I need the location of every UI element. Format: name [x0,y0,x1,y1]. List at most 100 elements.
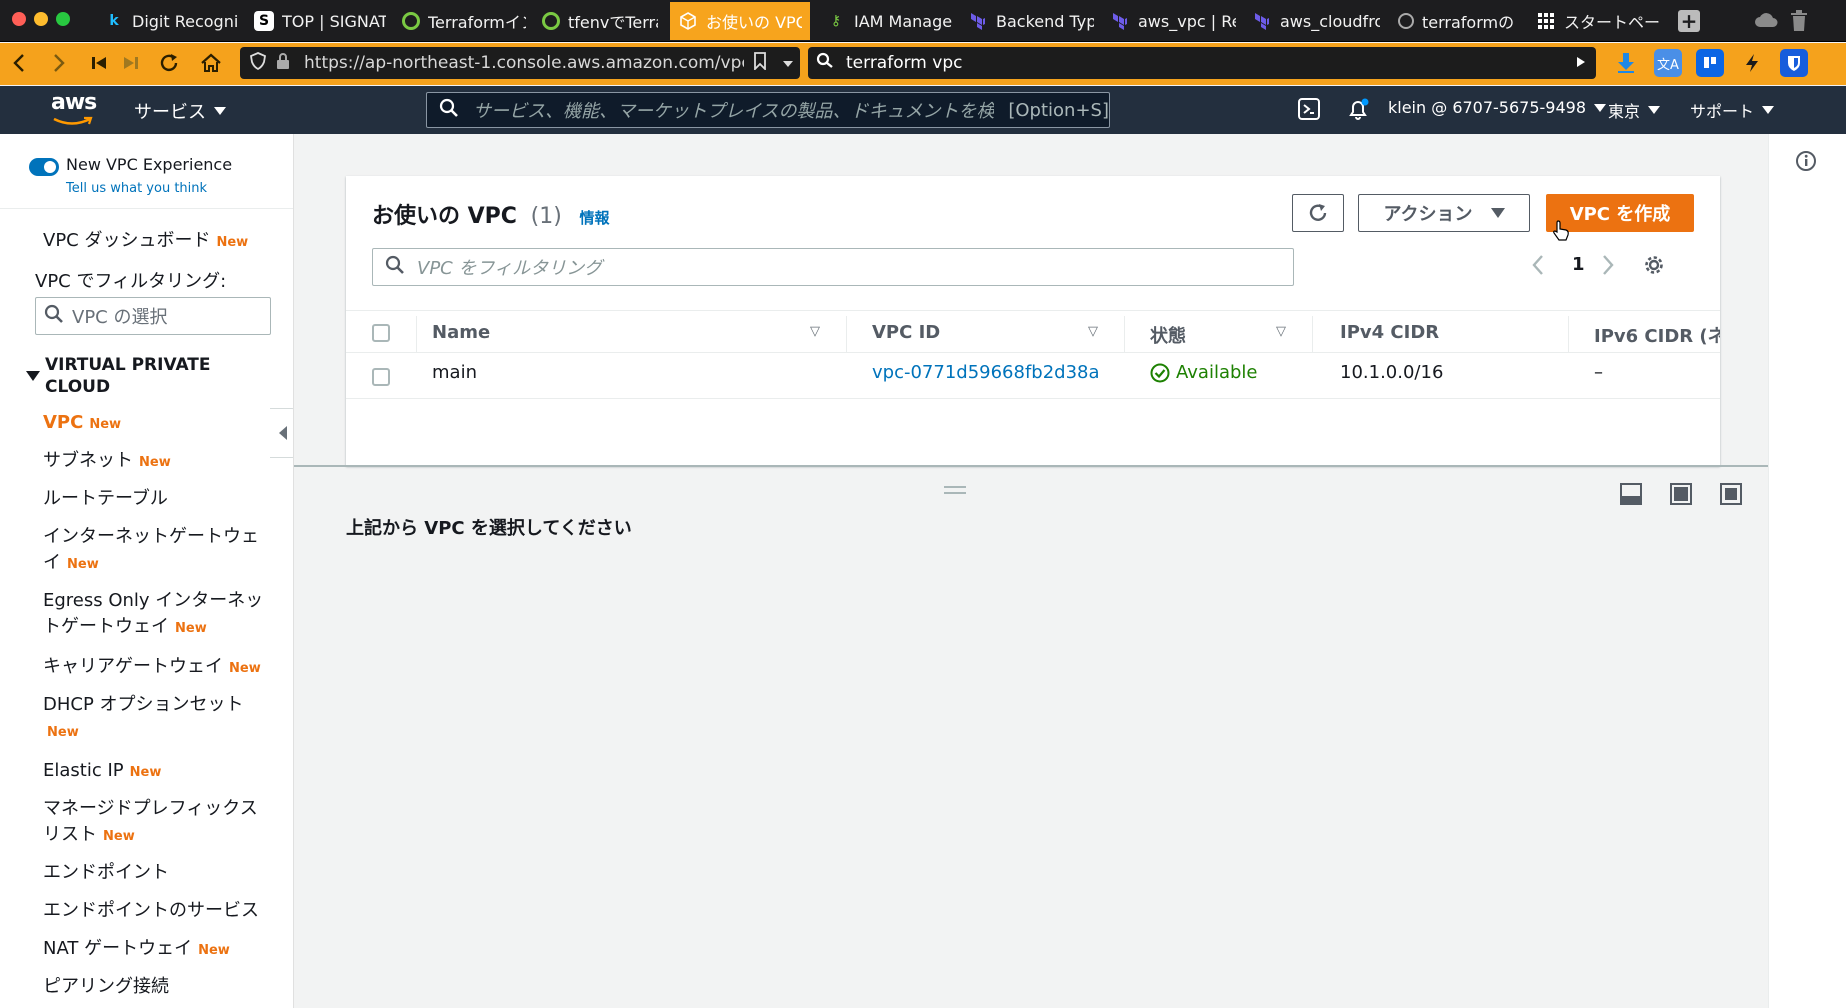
support-menu[interactable]: サポート [1690,98,1775,122]
account-menu[interactable]: klein @ 6707-5675-9498 [1388,98,1607,117]
row-checkbox[interactable] [372,368,390,386]
column-separator [1568,316,1569,352]
download-icon[interactable] [1612,49,1640,77]
browser-tab[interactable]: ⚷ IAM Managem [818,2,960,40]
sidebar-item-carrier-gateways[interactable]: キャリアゲートウェイ New [43,654,261,682]
table-settings-button[interactable] [1642,253,1666,281]
sidebar-item-subnets[interactable]: サブネット New [43,448,171,476]
tab-label: aws_vpc | Res [1138,11,1236,31]
new-tab-button[interactable]: + [1678,9,1700,33]
bitwarden-icon[interactable] [1780,49,1808,77]
forward-button[interactable] [44,48,74,78]
sidebar-item-route-tables[interactable]: ルートテーブル [43,486,168,512]
cloud-icon[interactable] [1754,12,1778,32]
column-header-state[interactable]: 状態 [1150,322,1186,348]
browser-tab[interactable]: aws_cloudfron [1244,2,1388,40]
search-text[interactable]: terraform vpc [846,53,962,73]
sidebar-item-nat-gateways[interactable]: NAT ゲートウェイ New [43,936,230,964]
sidebar-item-vpc[interactable]: VPC New [43,410,121,438]
region-menu[interactable]: 東京 [1608,98,1661,122]
browser-tab[interactable]: S TOP | SIGNATI [246,2,394,40]
url-text[interactable]: https://ap-northeast-1.console.aws.amazo… [304,53,744,73]
split-panel-divider[interactable] [294,465,1768,467]
actions-button[interactable]: アクション [1358,194,1530,232]
sidebar-item-dhcp-options[interactable]: DHCP オプションセット New [43,692,263,746]
fast-forward-icon[interactable] [116,48,146,78]
browser-tab[interactable]: Terraformイン [394,2,534,40]
rewind-icon[interactable] [84,48,114,78]
column-header-ipv4-cidr[interactable]: IPv4 CIDR [1340,322,1439,343]
info-link[interactable]: 情報 [579,209,609,227]
vpc-filter-input[interactable]: VPC をフィルタリング [372,248,1294,286]
cloudshell-icon[interactable] [1298,98,1320,120]
sidebar-item-elastic-ip[interactable]: Elastic IP New [43,758,161,786]
back-button[interactable] [4,48,34,78]
bookmark-icon[interactable] [754,51,766,75]
column-header-vpc-id[interactable]: VPC ID [872,322,940,343]
trello-icon[interactable] [1696,49,1724,77]
sidebar-item-peering-connections[interactable]: ピアリング接続 [43,974,169,1000]
new-vpc-experience-toggle[interactable] [29,158,59,176]
sidebar-item-vpc-dashboard[interactable]: VPC ダッシュボード New [43,228,248,256]
sidebar-item-egress-only-igw[interactable]: Egress Only インターネットゲートウェイ New [43,588,273,642]
caret-down-icon [1762,106,1775,114]
search-icon [816,52,836,75]
gear-icon [1645,256,1663,274]
resize-handle-icon[interactable] [944,486,966,494]
vpc-id-link[interactable]: vpc-0771d59668fb2d38a [872,362,1100,383]
sidebar-item-endpoints[interactable]: エンドポイント [43,860,169,886]
services-menu[interactable]: サービス [134,98,226,124]
browser-tab[interactable]: Backend Type [960,2,1102,40]
caret-down-icon[interactable] [26,366,40,385]
vpc-filter-select[interactable]: VPC の選択 [35,297,271,335]
aws-search-input[interactable]: サービス、機能、マーケットプレイスの製品、ドキュメントを検索 [Option+S… [426,92,1110,128]
split-full-icon[interactable] [1720,483,1742,509]
browser-tab[interactable]: スタートペー [1528,2,1668,40]
new-badge: New [175,621,207,636]
aws-global-nav: aws サービス サービス、機能、マーケットプレイスの製品、ドキュメントを検索 … [0,86,1846,134]
search-go-icon[interactable] [1576,53,1586,73]
home-icon[interactable] [196,48,226,78]
minimize-window-button[interactable] [34,12,48,26]
new-badge: New [216,235,249,250]
browser-search-bar[interactable]: terraform vpc [808,47,1596,79]
browser-tab[interactable]: aws_vpc | Res [1102,2,1244,40]
page-number[interactable]: 1 [1572,254,1585,275]
previous-page-button[interactable] [1532,254,1544,280]
feedback-link[interactable]: Tell us what you think [66,181,207,196]
close-window-button[interactable] [12,12,26,26]
shield-icon[interactable] [249,51,267,75]
reload-icon[interactable] [154,48,184,78]
section-title[interactable]: VIRTUAL PRIVATE CLOUD [45,354,245,398]
browser-tab-active[interactable]: お使いの VPC [670,2,810,40]
aws-logo[interactable]: aws [50,90,97,128]
sidebar-item-internet-gateways[interactable]: インターネットゲートウェイ New [43,524,263,578]
bolt-icon[interactable] [1738,49,1766,77]
sidebar-item-managed-prefix-lists[interactable]: マネージドプレフィックスリスト New [43,796,273,850]
zoom-window-button[interactable] [56,12,70,26]
column-header-ipv6-cidr[interactable]: IPv6 CIDR (ネットワー [1594,322,1720,348]
notifications-bell-icon[interactable] [1346,98,1370,122]
select-all-checkbox[interactable] [372,324,390,342]
divider [346,398,1720,399]
column-header-name[interactable]: Name [432,322,490,343]
browser-tab[interactable]: tfenvでTerrafo [534,2,666,40]
sort-icon[interactable]: ▽ [810,324,820,339]
status-badge: Available [1150,362,1257,383]
browser-tab[interactable]: k Digit Recogniz [96,2,246,40]
info-icon[interactable] [1795,150,1817,176]
url-bar[interactable]: https://ap-northeast-1.console.aws.amazo… [240,47,800,79]
next-page-button[interactable] [1602,254,1614,280]
sort-icon[interactable]: ▽ [1276,324,1286,339]
split-side-icon[interactable] [1670,483,1692,509]
sidebar-item-endpoint-services[interactable]: エンドポイントのサービス [43,898,259,924]
dropdown-arrow-icon[interactable] [782,53,794,73]
collapse-sidebar-button[interactable] [270,408,293,458]
grid-icon [1536,11,1556,31]
sort-icon[interactable]: ▽ [1088,324,1098,339]
refresh-button[interactable] [1292,194,1344,232]
translate-icon[interactable]: 文A [1654,49,1682,77]
trash-icon[interactable] [1790,10,1808,36]
split-bottom-icon[interactable] [1620,483,1642,509]
browser-tab[interactable]: terraformのba [1390,2,1522,40]
